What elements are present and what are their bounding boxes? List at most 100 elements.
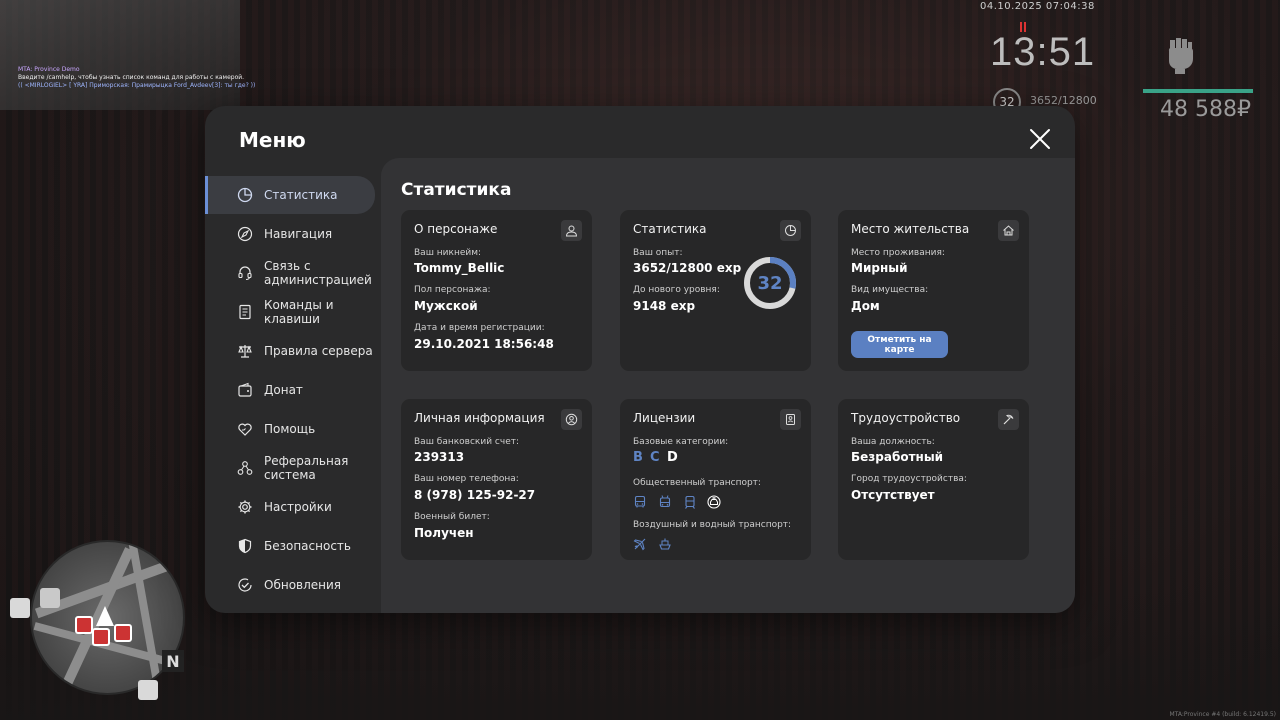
residence-place-value: Мирный xyxy=(851,261,908,275)
employment-city-value: Отсутствует xyxy=(851,488,935,502)
chat-log: MTA: Province Demo Введите /camhelp, что… xyxy=(18,66,255,90)
card-title: Статистика xyxy=(633,222,707,236)
pie-chart-icon xyxy=(237,187,253,203)
sidebar-item-label: Донат xyxy=(264,383,303,397)
close-button[interactable] xyxy=(1027,126,1053,152)
minimap-house-icon xyxy=(75,616,93,634)
military-label: Военный билет: xyxy=(414,512,490,522)
user-icon xyxy=(561,220,582,241)
hud-time: 13:51 xyxy=(990,30,1096,74)
sidebar-item-rules[interactable]: Правила сервера xyxy=(205,332,375,370)
card-personal: Личная информация Ваш банковский счет: 2… xyxy=(401,399,592,560)
property-type-label: Вид имущества: xyxy=(851,285,929,295)
card-residence: Место жительства Место проживания: Мирны… xyxy=(838,210,1029,371)
sidebar-item-statistics[interactable]: Статистика xyxy=(205,176,375,214)
nickname-label: Ваш никнейм: xyxy=(414,248,482,258)
sidebar-item-help[interactable]: Помощь xyxy=(205,410,375,448)
air-water-transport-label: Воздушный и водный транспорт: xyxy=(633,520,792,530)
headset-icon xyxy=(237,265,253,281)
fist-icon xyxy=(1164,36,1196,74)
gender-value: Мужской xyxy=(414,299,478,313)
phone-label: Ваш номер телефона: xyxy=(414,474,519,484)
sidebar-item-label: Команды и клавиши xyxy=(264,298,334,326)
gear-icon xyxy=(237,499,253,515)
id-card-icon xyxy=(780,409,801,430)
employment-city-label: Город трудоустройства: xyxy=(851,474,967,484)
exp-label: Ваш опыт: xyxy=(633,248,683,258)
position-value: Безработный xyxy=(851,450,944,464)
taxi-icon xyxy=(707,494,721,509)
card-employment: Трудоустройство Ваша должность: Безработ… xyxy=(838,399,1029,560)
wallet-icon xyxy=(237,382,253,398)
heart-hand-icon xyxy=(237,421,253,437)
sidebar-item-admin-contact[interactable]: Связь с администрацией xyxy=(205,254,375,292)
chat-line: (( <MIRLOGIEL> [ YRA] Приморская: Прамир… xyxy=(18,82,256,89)
position-label: Ваша должность: xyxy=(851,437,935,447)
compass-north: N xyxy=(162,650,184,672)
document-icon xyxy=(237,304,253,320)
card-title: Трудоустройство xyxy=(851,411,961,425)
game-background-wall xyxy=(0,0,240,110)
nickname-value: Tommy_Bellic xyxy=(414,261,505,275)
license-category-b: B xyxy=(633,450,643,465)
minimap-house-icon xyxy=(114,624,132,642)
boat-icon xyxy=(658,536,672,550)
sidebar-item-referral[interactable]: Реферальная система xyxy=(205,449,375,487)
minimap-house-icon xyxy=(92,628,110,646)
compass-icon xyxy=(237,226,253,242)
sidebar-item-label: Обновления xyxy=(264,578,342,592)
registration-value: 29.10.2021 18:56:48 xyxy=(414,337,554,351)
sidebar-item-navigation[interactable]: Навигация xyxy=(205,215,375,253)
pickaxe-icon xyxy=(998,409,1019,430)
close-icon xyxy=(1030,129,1050,149)
sidebar-item-label: Реферальная система xyxy=(264,454,349,482)
next-level-label: До нового уровня: xyxy=(633,285,720,295)
residence-place-label: Место проживания: xyxy=(851,248,945,258)
card-stats: Статистика Ваш опыт: 3652/12800 exp До н… xyxy=(620,210,811,371)
chat-line: MTA: Province Demo xyxy=(18,66,80,73)
sidebar-item-label: Навигация xyxy=(264,227,333,241)
sidebar-item-label: Помощь xyxy=(264,422,316,436)
sidebar-item-label: Правила сервера xyxy=(264,344,373,358)
bank-account-value: 239313 xyxy=(414,450,465,464)
sidebar-item-label: Безопасность xyxy=(264,539,351,553)
license-category-c: C xyxy=(650,450,660,465)
player-arrow-icon xyxy=(96,606,114,626)
registration-label: Дата и время регистрации: xyxy=(414,323,545,333)
property-type-value: Дом xyxy=(851,299,880,313)
sidebar-item-donate[interactable]: Донат xyxy=(205,371,375,409)
minimap-car-icon xyxy=(10,598,30,618)
sidebar-item-updates[interactable]: Обновления xyxy=(205,566,375,604)
minimap-document-icon xyxy=(40,588,60,608)
license-category-d: D xyxy=(667,450,678,465)
card-character: О персонаже Ваш никнейм: Tommy_Bellic По… xyxy=(401,210,592,371)
sidebar-item-label: Настройки xyxy=(264,500,332,514)
house-icon xyxy=(998,220,1019,241)
scales-icon xyxy=(237,343,253,359)
hud-health-bar xyxy=(1143,89,1253,93)
sidebar-item-security[interactable]: Безопасность xyxy=(205,527,375,565)
phone-value: 8 (978) 125-92-27 xyxy=(414,488,536,502)
shield-icon xyxy=(237,538,253,554)
bank-account-label: Ваш банковский счет: xyxy=(414,437,520,447)
exp-value: 3652/12800 exp xyxy=(633,261,742,275)
card-title: О персонаже xyxy=(414,222,498,236)
user-circle-icon xyxy=(561,409,582,430)
next-level-value: 9148 exp xyxy=(633,299,696,313)
level-value: 32 xyxy=(757,272,783,294)
chat-line: Введите /camhelp, чтобы узнать список ко… xyxy=(18,74,245,81)
minimap-car-icon xyxy=(138,680,158,700)
sidebar-item-commands[interactable]: Команды и клавиши xyxy=(205,293,375,331)
network-icon xyxy=(237,460,253,476)
menu-window: Меню Статистика Навигация Связь с админи… xyxy=(205,106,1075,613)
hud-date: 04.10.2025 07:04:38 xyxy=(980,1,1095,12)
page-title: Статистика xyxy=(401,180,512,200)
clock-chart-icon xyxy=(780,220,801,241)
bus-icon xyxy=(633,494,647,508)
mark-on-map-button[interactable]: Отметить на карте xyxy=(851,331,948,358)
sidebar-item-settings[interactable]: Настройки xyxy=(205,488,375,526)
check-circle-icon xyxy=(237,577,253,593)
gender-label: Пол персонажа: xyxy=(414,285,491,295)
plane-icon xyxy=(633,536,647,551)
military-value: Получен xyxy=(414,526,474,540)
